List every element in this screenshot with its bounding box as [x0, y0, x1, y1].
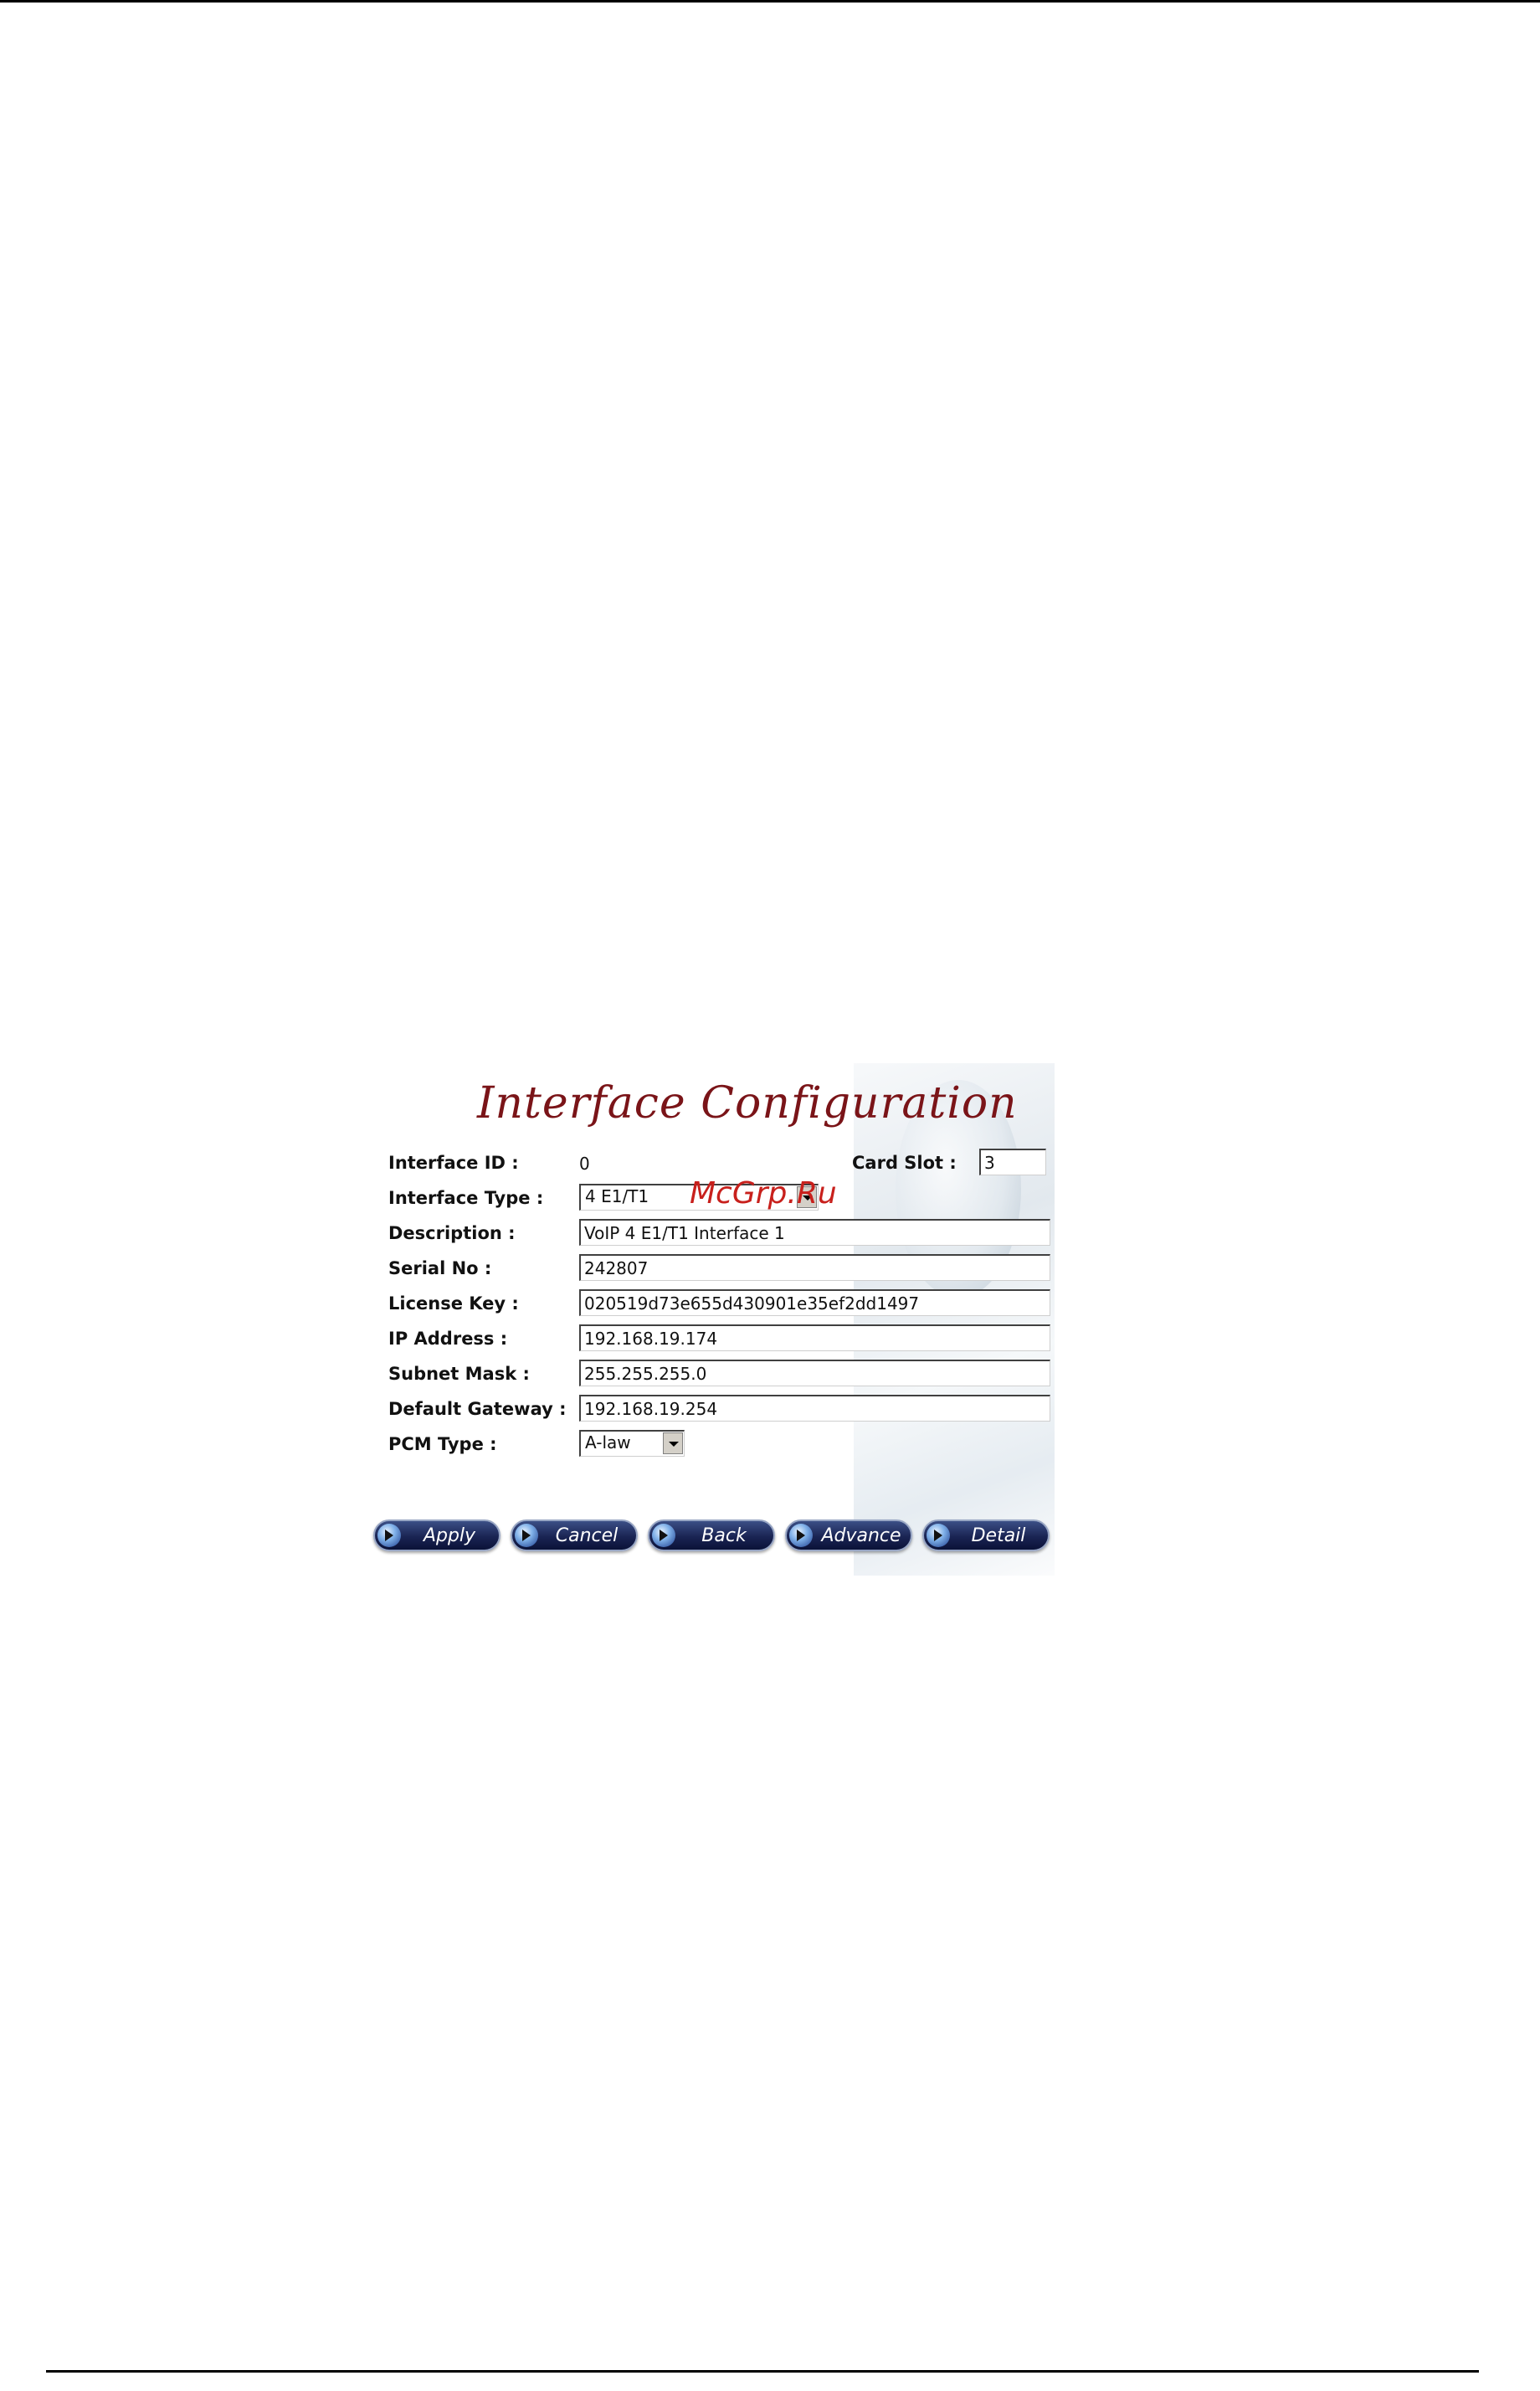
back-button-label: Back: [701, 1525, 747, 1546]
watermark-text: McGrp.Ru: [690, 1176, 837, 1211]
license-key-label: License Key :: [388, 1293, 519, 1314]
subnet-mask-label: Subnet Mask :: [388, 1364, 530, 1384]
advance-button[interactable]: Advance: [785, 1519, 912, 1551]
pcm-type-label: PCM Type :: [388, 1434, 497, 1454]
arrow-right-icon: [927, 1524, 950, 1547]
interface-type-label: Interface Type :: [388, 1188, 544, 1208]
pcm-type-select[interactable]: A-law: [579, 1430, 685, 1457]
license-key-field[interactable]: 020519d73e655d430901e35ef2dd1497: [579, 1289, 1050, 1316]
back-button[interactable]: Back: [648, 1519, 775, 1551]
arrow-right-icon: [377, 1524, 401, 1547]
advance-button-label: Advance: [821, 1525, 901, 1546]
detail-button-label: Detail: [971, 1525, 1026, 1546]
pcm-type-selected-value: A-law: [585, 1432, 631, 1453]
page-top-rule: [0, 0, 1540, 3]
description-field[interactable]: VoIP 4 E1/T1 Interface 1: [579, 1219, 1050, 1246]
interface-configuration-panel: Interface Configuration Interface ID : 0…: [368, 1063, 1055, 1576]
chevron-down-icon[interactable]: [663, 1432, 683, 1454]
subnet-mask-field[interactable]: 255.255.255.0: [579, 1360, 1050, 1386]
arrow-right-icon: [515, 1524, 538, 1547]
apply-button[interactable]: Apply: [373, 1519, 501, 1551]
arrow-right-icon: [652, 1524, 675, 1547]
ip-address-label: IP Address :: [388, 1329, 508, 1349]
interface-id-label: Interface ID :: [388, 1153, 519, 1173]
page-title: Interface Configuration: [477, 1078, 1018, 1129]
description-label: Description :: [388, 1223, 516, 1243]
interface-id-value: 0: [579, 1154, 590, 1174]
default-gateway-field[interactable]: 192.168.19.254: [579, 1395, 1050, 1422]
cancel-button[interactable]: Cancel: [511, 1519, 638, 1551]
interface-type-selected-value: 4 E1/T1: [585, 1186, 649, 1206]
cancel-button-label: Cancel: [555, 1525, 619, 1546]
serial-no-label: Serial No :: [388, 1258, 492, 1278]
page-bottom-rule: [46, 2370, 1479, 2373]
card-slot-label: Card Slot :: [852, 1153, 957, 1173]
detail-button[interactable]: Detail: [922, 1519, 1050, 1551]
arrow-right-icon: [789, 1524, 813, 1547]
card-slot-field[interactable]: 3: [979, 1149, 1046, 1175]
default-gateway-label: Default Gateway :: [388, 1399, 567, 1419]
serial-no-field[interactable]: 242807: [579, 1254, 1050, 1281]
apply-button-label: Apply: [423, 1525, 476, 1546]
ip-address-field[interactable]: 192.168.19.174: [579, 1324, 1050, 1351]
